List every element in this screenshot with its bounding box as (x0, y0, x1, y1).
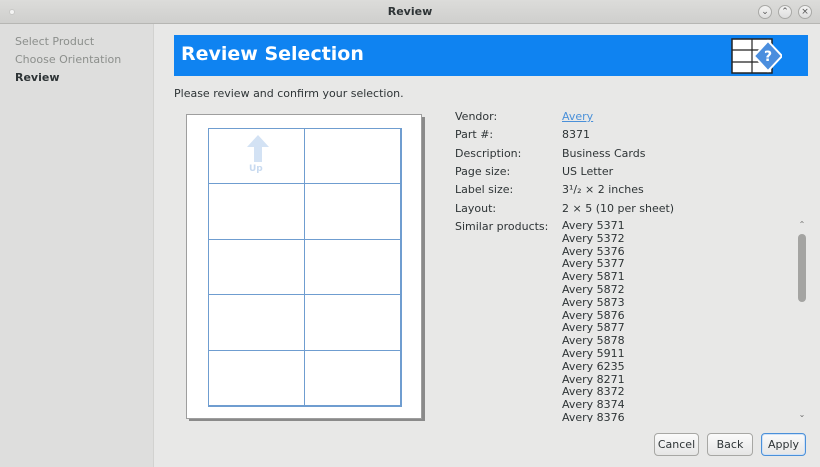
label-cell (304, 128, 401, 185)
similar-product-item: Avery 5911 (562, 346, 625, 360)
similar-product-item: Avery 5372 (562, 231, 625, 245)
similar-product-item: Avery 6235 (562, 359, 625, 373)
detail-key: Vendor: (455, 110, 498, 123)
cancel-button[interactable]: Cancel (654, 433, 699, 456)
similar-product-item: Avery 5873 (562, 295, 625, 309)
scroll-up-icon[interactable]: ⌃ (797, 220, 807, 230)
label-sheet-preview: Up (186, 114, 422, 419)
apply-button[interactable]: Apply (761, 433, 806, 456)
window-title: Review (387, 5, 433, 18)
step-select-product: Select Product (15, 35, 95, 48)
label-cell: Up (208, 128, 305, 185)
detail-value: US Letter (562, 165, 614, 178)
detail-key: Label size: (455, 183, 514, 196)
similar-products-scrollbar[interactable]: ⌃ ⌄ (796, 220, 808, 422)
step-review: Review (15, 71, 60, 84)
scrollbar-thumb[interactable] (798, 234, 806, 302)
similar-product-item: Avery 5371 (562, 220, 625, 232)
step-choose-orientation: Choose Orientation (15, 53, 122, 66)
detail-key: Part #: (455, 128, 494, 141)
orientation-label: Up (249, 164, 263, 174)
page-header-banner: Review Selection ? (174, 35, 808, 76)
detail-key: Similar products: (455, 220, 549, 233)
label-cell (304, 183, 401, 240)
similar-products-items: Avery 5371 Avery 5372 Avery 5376 Avery 5377… (562, 220, 625, 422)
label-cell (208, 349, 305, 406)
close-icon[interactable]: × (798, 5, 812, 19)
label-cell (304, 294, 401, 351)
svg-text:?: ? (764, 49, 772, 65)
similar-product-item: Avery 8376 (562, 410, 625, 422)
label-cell (208, 183, 305, 240)
title-bar[interactable]: Review ⌄ ⌃ × (0, 0, 820, 24)
vendor-link[interactable]: Avery (562, 110, 593, 123)
detail-key: Page size: (455, 165, 511, 178)
detail-value: 3¹/₂ × 2 inches (562, 183, 644, 196)
label-cell (208, 294, 305, 351)
label-cell (304, 238, 401, 296)
intro-text: Please review and confirm your selection… (174, 87, 404, 100)
label-help-icon: ? (731, 38, 782, 74)
chevron-down-icon[interactable]: ⌄ (758, 5, 772, 19)
detail-value: 2 × 5 (10 per sheet) (562, 202, 675, 215)
detail-key: Description: (455, 147, 522, 160)
page-title: Review Selection (181, 43, 364, 65)
detail-value: 8371 (562, 128, 590, 141)
label-cell (208, 238, 305, 296)
back-button[interactable]: Back (707, 433, 753, 456)
review-window: Review ⌄ ⌃ × Select Product Choose Orien… (0, 0, 820, 467)
scroll-down-icon[interactable]: ⌄ (797, 410, 807, 420)
detail-value: Business Cards (562, 147, 646, 160)
wizard-steps-sidebar: Select Product Choose Orientation Review (0, 24, 154, 467)
detail-key: Layout: (455, 202, 497, 215)
label-cell (304, 349, 401, 406)
up-arrow-icon (247, 135, 269, 162)
similar-products-list[interactable]: Avery 5371 Avery 5372 Avery 5376 Avery 5377… (562, 220, 808, 422)
similar-product-item: Avery 5872 (562, 282, 625, 296)
orientation-up-marker: Up (245, 134, 271, 174)
chevron-up-icon[interactable]: ⌃ (778, 5, 792, 19)
label-grid: Up (208, 128, 402, 407)
